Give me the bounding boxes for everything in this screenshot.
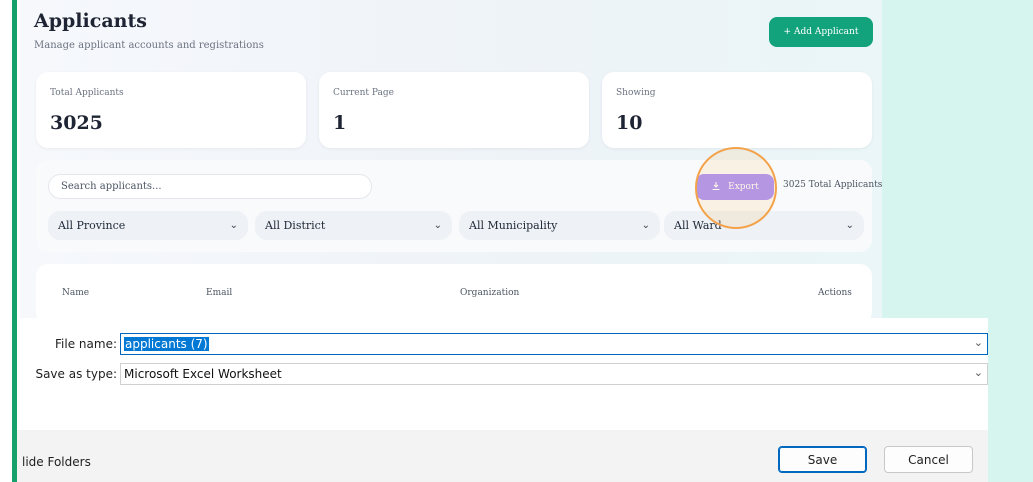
- save-as-type-select[interactable]: Microsoft Excel Worksheet ⌄: [120, 363, 988, 385]
- chevron-down-icon: ⌄: [641, 220, 650, 231]
- chevron-down-icon[interactable]: ⌄: [974, 366, 983, 379]
- hide-folders-toggle[interactable]: lide Folders: [22, 455, 91, 469]
- file-name-value: applicants (7): [124, 337, 209, 351]
- ward-select[interactable]: All Ward ⌄: [664, 211, 864, 240]
- chevron-down-icon[interactable]: ⌄: [974, 336, 983, 349]
- search-input[interactable]: Search applicants...: [48, 174, 372, 199]
- column-header-organization: Organization: [460, 288, 520, 298]
- stat-value: 3025: [50, 112, 103, 134]
- download-icon: [711, 181, 721, 194]
- stat-card-current-page: Current Page 1: [319, 72, 589, 148]
- stat-label: Current Page: [333, 88, 394, 98]
- province-select[interactable]: All Province ⌄: [48, 211, 248, 240]
- save-button[interactable]: Save: [778, 446, 867, 473]
- district-select[interactable]: All District ⌄: [255, 211, 452, 240]
- chevron-down-icon: ⌄: [845, 220, 854, 231]
- save-as-type-value: Microsoft Excel Worksheet: [124, 367, 282, 381]
- export-label: Export: [728, 182, 759, 192]
- cancel-button[interactable]: Cancel: [884, 446, 973, 473]
- dialog-footer: lide Folders Save Cancel: [17, 430, 988, 482]
- applicants-page: Applicants Manage applicant accounts and…: [20, 0, 882, 318]
- stat-value: 1: [333, 112, 347, 134]
- save-as-dialog: File name: applicants (7) ⌄ Save as type…: [17, 318, 988, 482]
- total-applicants-count: 3025 Total Applicants: [783, 180, 882, 190]
- applicants-table: Name Email Organization Actions: [36, 264, 872, 318]
- stat-card-showing: Showing 10: [602, 72, 872, 148]
- stat-label: Total Applicants: [50, 88, 124, 98]
- export-button[interactable]: Export: [696, 174, 774, 200]
- stat-label: Showing: [616, 88, 656, 98]
- column-header-name: Name: [62, 288, 90, 298]
- page-title: Applicants: [34, 10, 147, 32]
- add-applicant-button[interactable]: + Add Applicant: [769, 17, 873, 47]
- select-value: All District: [265, 219, 326, 232]
- filter-panel: Search applicants... Export 3025 Total A…: [36, 147, 882, 252]
- select-value: All Ward: [674, 219, 722, 232]
- select-value: All Province: [58, 219, 126, 232]
- column-header-actions: Actions: [818, 288, 852, 298]
- municipality-select[interactable]: All Municipality ⌄: [459, 211, 660, 240]
- page-subtitle: Manage applicant accounts and registrati…: [34, 40, 264, 51]
- chevron-down-icon: ⌄: [433, 220, 442, 231]
- stat-card-total-applicants: Total Applicants 3025: [36, 72, 306, 148]
- column-header-email: Email: [206, 288, 233, 298]
- stat-value: 10: [616, 112, 643, 134]
- file-name-label: File name:: [55, 337, 117, 351]
- select-value: All Municipality: [469, 219, 558, 232]
- file-name-input[interactable]: applicants (7) ⌄: [120, 333, 988, 355]
- chevron-down-icon: ⌄: [229, 220, 238, 231]
- save-as-type-label: Save as type:: [35, 367, 117, 381]
